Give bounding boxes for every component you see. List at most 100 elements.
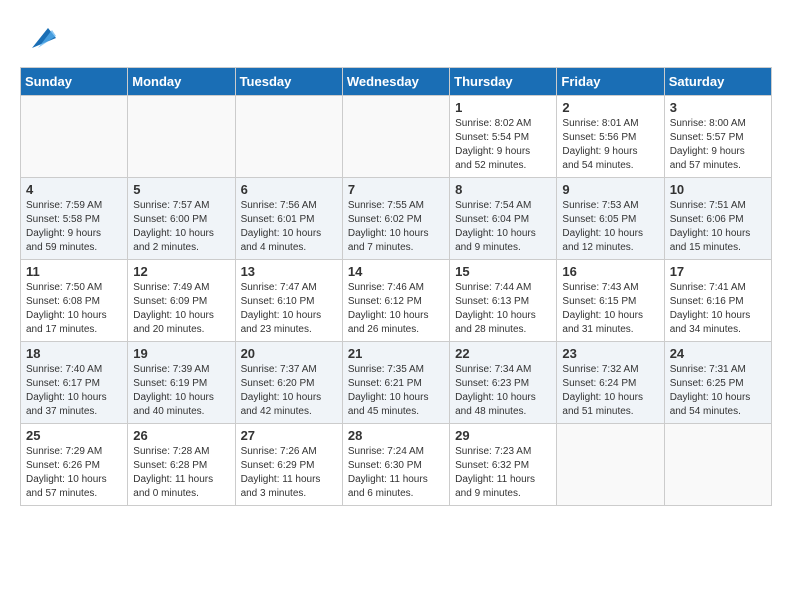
day-info: Sunrise: 7:26 AM Sunset: 6:29 PM Dayligh…	[241, 445, 337, 501]
day-info: Sunrise: 7:51 AM Sunset: 6:06 PM Dayligh…	[670, 199, 766, 255]
calendar-cell: 18 Sunrise: 7:40 AM Sunset: 6:17 PM Dayli…	[21, 342, 128, 424]
day-number: 17	[670, 264, 766, 279]
weekday-header: Thursday	[450, 68, 557, 96]
calendar-cell: 12 Sunrise: 7:49 AM Sunset: 6:09 PM Dayli…	[128, 260, 235, 342]
calendar-cell: 7 Sunrise: 7:55 AM Sunset: 6:02 PM Daylig…	[342, 178, 449, 260]
day-number: 22	[455, 346, 551, 361]
day-number: 19	[133, 346, 229, 361]
calendar-cell	[557, 424, 664, 506]
calendar-cell: 25 Sunrise: 7:29 AM Sunset: 6:26 PM Dayli…	[21, 424, 128, 506]
day-info: Sunrise: 8:02 AM Sunset: 5:54 PM Dayligh…	[455, 117, 551, 173]
weekday-header: Saturday	[664, 68, 771, 96]
day-number: 7	[348, 182, 444, 197]
day-info: Sunrise: 7:37 AM Sunset: 6:20 PM Dayligh…	[241, 363, 337, 419]
day-info: Sunrise: 7:46 AM Sunset: 6:12 PM Dayligh…	[348, 281, 444, 337]
day-info: Sunrise: 7:31 AM Sunset: 6:25 PM Dayligh…	[670, 363, 766, 419]
calendar-cell: 29 Sunrise: 7:23 AM Sunset: 6:32 PM Dayli…	[450, 424, 557, 506]
day-number: 29	[455, 428, 551, 443]
day-number: 11	[26, 264, 122, 279]
calendar-cell	[664, 424, 771, 506]
day-number: 24	[670, 346, 766, 361]
calendar-cell	[128, 96, 235, 178]
calendar-cell: 26 Sunrise: 7:28 AM Sunset: 6:28 PM Dayli…	[128, 424, 235, 506]
day-number: 27	[241, 428, 337, 443]
calendar-cell: 5Sunrise: 7:57 AM Sunset: 6:00 PM Daylig…	[128, 178, 235, 260]
day-info: Sunrise: 7:28 AM Sunset: 6:28 PM Dayligh…	[133, 445, 229, 501]
calendar-cell: 20 Sunrise: 7:37 AM Sunset: 6:20 PM Dayli…	[235, 342, 342, 424]
day-number: 23	[562, 346, 658, 361]
weekday-header: Sunday	[21, 68, 128, 96]
calendar-week-row: 25 Sunrise: 7:29 AM Sunset: 6:26 PM Dayli…	[21, 424, 772, 506]
day-number: 20	[241, 346, 337, 361]
day-info: Sunrise: 7:44 AM Sunset: 6:13 PM Dayligh…	[455, 281, 551, 337]
calendar-cell: 13Sunrise: 7:47 AM Sunset: 6:10 PM Dayli…	[235, 260, 342, 342]
weekday-header: Monday	[128, 68, 235, 96]
calendar-week-row: 11 Sunrise: 7:50 AM Sunset: 6:08 PM Dayli…	[21, 260, 772, 342]
calendar-cell: 28Sunrise: 7:24 AM Sunset: 6:30 PM Dayli…	[342, 424, 449, 506]
day-info: Sunrise: 7:56 AM Sunset: 6:01 PM Dayligh…	[241, 199, 337, 255]
calendar-cell: 10 Sunrise: 7:51 AM Sunset: 6:06 PM Dayli…	[664, 178, 771, 260]
day-number: 26	[133, 428, 229, 443]
calendar-cell: 27 Sunrise: 7:26 AM Sunset: 6:29 PM Dayli…	[235, 424, 342, 506]
day-number: 13	[241, 264, 337, 279]
calendar-cell: 6 Sunrise: 7:56 AM Sunset: 6:01 PM Daylig…	[235, 178, 342, 260]
calendar-cell	[21, 96, 128, 178]
calendar-cell: 1 Sunrise: 8:02 AM Sunset: 5:54 PM Daylig…	[450, 96, 557, 178]
day-info: Sunrise: 7:39 AM Sunset: 6:19 PM Dayligh…	[133, 363, 229, 419]
calendar-cell: 23 Sunrise: 7:32 AM Sunset: 6:24 PM Dayli…	[557, 342, 664, 424]
day-number: 14	[348, 264, 444, 279]
day-number: 15	[455, 264, 551, 279]
day-number: 10	[670, 182, 766, 197]
calendar-cell: 22 Sunrise: 7:34 AM Sunset: 6:23 PM Dayli…	[450, 342, 557, 424]
day-number: 9	[562, 182, 658, 197]
day-number: 8	[455, 182, 551, 197]
day-info: Sunrise: 7:29 AM Sunset: 6:26 PM Dayligh…	[26, 445, 122, 501]
calendar-week-row: 18 Sunrise: 7:40 AM Sunset: 6:17 PM Dayli…	[21, 342, 772, 424]
day-info: Sunrise: 7:50 AM Sunset: 6:08 PM Dayligh…	[26, 281, 122, 337]
day-number: 18	[26, 346, 122, 361]
day-info: Sunrise: 7:35 AM Sunset: 6:21 PM Dayligh…	[348, 363, 444, 419]
day-info: Sunrise: 8:01 AM Sunset: 5:56 PM Dayligh…	[562, 117, 658, 173]
calendar-cell: 16Sunrise: 7:43 AM Sunset: 6:15 PM Dayli…	[557, 260, 664, 342]
calendar-week-row: 4Sunrise: 7:59 AM Sunset: 5:58 PM Daylig…	[21, 178, 772, 260]
day-number: 25	[26, 428, 122, 443]
calendar-cell: 4Sunrise: 7:59 AM Sunset: 5:58 PM Daylig…	[21, 178, 128, 260]
calendar-header-row: SundayMondayTuesdayWednesdayThursdayFrid…	[21, 68, 772, 96]
calendar-cell: 24 Sunrise: 7:31 AM Sunset: 6:25 PM Dayli…	[664, 342, 771, 424]
day-info: Sunrise: 7:34 AM Sunset: 6:23 PM Dayligh…	[455, 363, 551, 419]
day-number: 2	[562, 100, 658, 115]
calendar-cell: 3Sunrise: 8:00 AM Sunset: 5:57 PM Daylig…	[664, 96, 771, 178]
day-info: Sunrise: 7:49 AM Sunset: 6:09 PM Dayligh…	[133, 281, 229, 337]
weekday-header: Wednesday	[342, 68, 449, 96]
day-info: Sunrise: 7:40 AM Sunset: 6:17 PM Dayligh…	[26, 363, 122, 419]
day-number: 6	[241, 182, 337, 197]
page-header	[20, 20, 772, 57]
calendar-cell: 11 Sunrise: 7:50 AM Sunset: 6:08 PM Dayli…	[21, 260, 128, 342]
day-number: 1	[455, 100, 551, 115]
day-info: Sunrise: 7:24 AM Sunset: 6:30 PM Dayligh…	[348, 445, 444, 501]
day-info: Sunrise: 7:41 AM Sunset: 6:16 PM Dayligh…	[670, 281, 766, 337]
day-number: 21	[348, 346, 444, 361]
calendar-cell: 15 Sunrise: 7:44 AM Sunset: 6:13 PM Dayli…	[450, 260, 557, 342]
calendar-cell	[342, 96, 449, 178]
calendar-cell: 8 Sunrise: 7:54 AM Sunset: 6:04 PM Daylig…	[450, 178, 557, 260]
day-number: 16	[562, 264, 658, 279]
weekday-header: Tuesday	[235, 68, 342, 96]
day-info: Sunrise: 7:53 AM Sunset: 6:05 PM Dayligh…	[562, 199, 658, 255]
calendar-cell: 17 Sunrise: 7:41 AM Sunset: 6:16 PM Dayli…	[664, 260, 771, 342]
day-number: 12	[133, 264, 229, 279]
day-info: Sunrise: 7:32 AM Sunset: 6:24 PM Dayligh…	[562, 363, 658, 419]
calendar-cell: 14 Sunrise: 7:46 AM Sunset: 6:12 PM Dayli…	[342, 260, 449, 342]
logo	[20, 20, 56, 57]
weekday-header: Friday	[557, 68, 664, 96]
day-info: Sunrise: 7:54 AM Sunset: 6:04 PM Dayligh…	[455, 199, 551, 255]
day-info: Sunrise: 7:55 AM Sunset: 6:02 PM Dayligh…	[348, 199, 444, 255]
day-info: Sunrise: 7:23 AM Sunset: 6:32 PM Dayligh…	[455, 445, 551, 501]
calendar-week-row: 1 Sunrise: 8:02 AM Sunset: 5:54 PM Daylig…	[21, 96, 772, 178]
calendar-cell: 2 Sunrise: 8:01 AM Sunset: 5:56 PM Daylig…	[557, 96, 664, 178]
day-number: 5	[133, 182, 229, 197]
calendar-cell: 19 Sunrise: 7:39 AM Sunset: 6:19 PM Dayli…	[128, 342, 235, 424]
calendar-cell: 21 Sunrise: 7:35 AM Sunset: 6:21 PM Dayli…	[342, 342, 449, 424]
day-number: 3	[670, 100, 766, 115]
calendar-table: SundayMondayTuesdayWednesdayThursdayFrid…	[20, 67, 772, 506]
